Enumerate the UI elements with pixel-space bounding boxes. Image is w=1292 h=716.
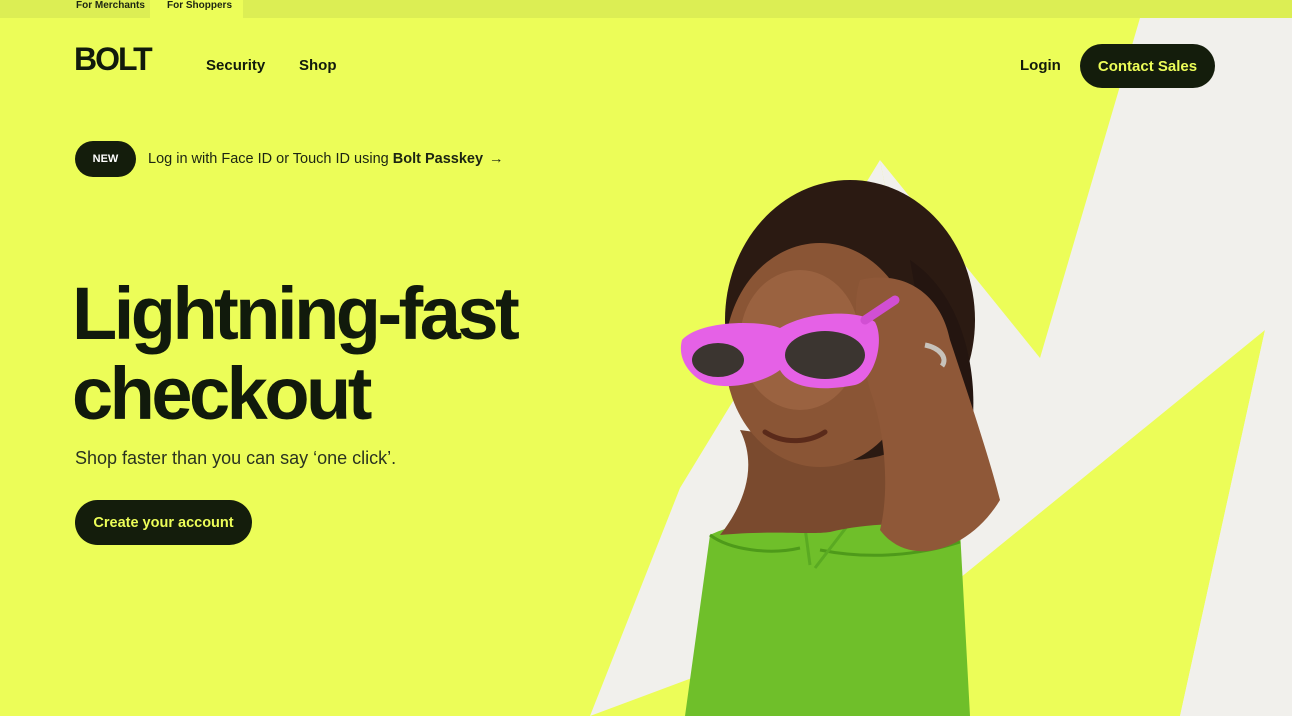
- announcement-text: Log in with Face ID or Touch ID using: [148, 151, 393, 167]
- contact-sales-button[interactable]: Contact Sales: [1080, 44, 1215, 88]
- new-badge: NEW: [75, 141, 136, 177]
- nav-security[interactable]: Security: [206, 57, 265, 74]
- login-link[interactable]: Login: [1020, 57, 1061, 74]
- hero-title-line2: checkout: [72, 352, 372, 435]
- nav-shop[interactable]: Shop: [299, 57, 337, 74]
- arrow-right-icon: →: [489, 151, 504, 167]
- create-account-button[interactable]: Create your account: [75, 500, 252, 545]
- bolt-logo[interactable]: BOLT: [74, 44, 168, 74]
- svg-text:BOLT: BOLT: [74, 44, 153, 74]
- tab-for-merchants[interactable]: For Merchants: [66, 0, 155, 18]
- hero-title: Lightning-fast checkout: [72, 274, 612, 434]
- audience-switcher: For Merchants For Shoppers: [0, 0, 1292, 18]
- hero-woman-image: [680, 180, 1000, 716]
- passkey-announcement-link[interactable]: Log in with Face ID or Touch ID using Bo…: [148, 151, 504, 167]
- tab-for-shoppers[interactable]: For Shoppers: [150, 0, 243, 18]
- hero-title-line1: Lightning-fast: [72, 272, 520, 355]
- hero-subtitle: Shop faster than you can say ‘one click’…: [75, 448, 397, 468]
- bolt-passkey-link-text: Bolt Passkey: [392, 151, 484, 167]
